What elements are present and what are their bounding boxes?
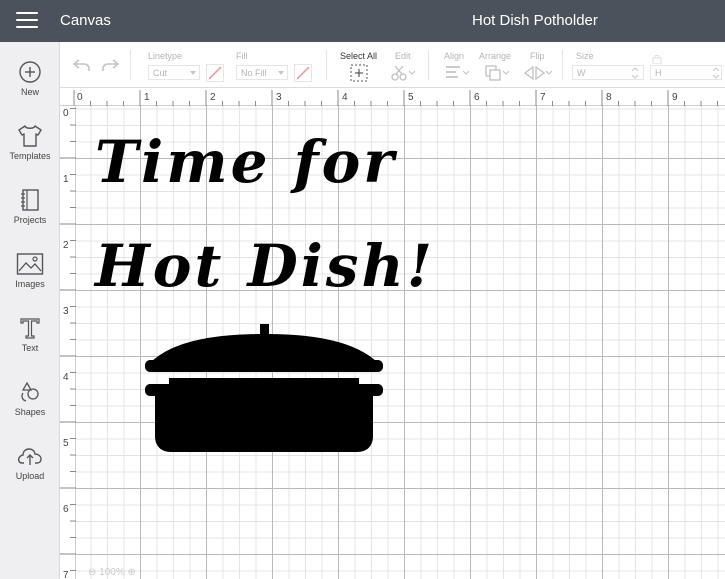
linetype-value: Cut [153,68,168,78]
ruler-label: 2 [210,92,216,103]
toolbar-divider [428,50,429,80]
zoom-level: 100% [99,567,125,578]
ruler-label: 6 [63,504,69,515]
flip-label: Flip [530,51,545,61]
toolbar-divider [562,50,563,80]
sidebar-item-shapes[interactable]: Shapes [0,380,60,440]
linetype-label: Linetype [148,51,183,61]
sidebar-item-new[interactable]: New [0,60,60,120]
sidebar-item-label: Shapes [14,407,46,417]
left-sidebar: New Templates Projects Images Text Shape… [0,42,60,579]
notebook-icon [21,189,39,211]
sidebar-item-label: Templates [9,151,51,161]
ruler-label: 3 [276,92,282,103]
design-text-line-1[interactable]: Time for [95,110,435,214]
ruler-label: 1 [144,92,150,103]
sidebar-item-text[interactable]: Text [0,316,60,376]
image-icon [16,253,44,275]
ruler-label: 4 [63,372,69,383]
sidebar-item-label: Projects [13,215,47,225]
toolbar-divider [130,50,131,80]
width-input-label: W [577,68,586,78]
text-t-icon [20,318,40,339]
ruler-label: 4 [342,92,348,103]
edit-toolbar: Linetype Cut Fill No Fill Select All Edi… [60,42,725,88]
project-title[interactable]: Hot Dish Potholder [472,12,598,29]
zoom-out-icon[interactable]: ⊖ [88,567,96,578]
fill-color-swatch[interactable] [294,64,312,82]
top-header-bar: Canvas Hot Dish Potholder [0,0,725,42]
width-stepper-icon[interactable] [631,66,639,80]
sidebar-item-label: New [20,87,39,97]
shapes-icon [21,381,39,402]
design-text-block[interactable]: Time for Hot Dish! [95,110,435,318]
fill-value: No Fill [241,68,267,78]
shirt-icon [18,125,42,147]
sidebar-item-label: Images [15,279,45,289]
plus-circle-icon [19,61,41,83]
ruler-label: 0 [63,108,69,119]
toolbar-divider [326,50,327,80]
arrange-icon[interactable] [484,64,510,82]
edit-label: Edit [395,51,411,61]
fill-select[interactable]: No Fill [236,65,288,80]
sidebar-item-projects[interactable]: Projects [0,188,60,248]
ruler-label: 8 [606,92,612,103]
fill-label: Fill [236,51,248,61]
sidebar-item-templates[interactable]: Templates [0,124,60,184]
casserole-dish-icon[interactable] [143,322,385,456]
undo-icon[interactable] [72,57,92,73]
flip-icon[interactable] [523,64,553,82]
app-title: Canvas [60,12,111,29]
height-stepper-icon[interactable] [712,66,720,80]
ruler-label: 3 [63,306,69,317]
scissors-edit-icon[interactable] [390,64,416,82]
ruler-label: 9 [672,92,678,103]
sidebar-item-label: Upload [15,471,45,481]
linetype-color-swatch[interactable] [206,64,224,82]
ruler-label: 2 [63,240,69,251]
vertical-ruler: 0 1 2 3 4 5 6 7 [60,106,76,579]
arrange-label: Arrange [479,51,512,61]
ruler-label: 6 [474,92,480,103]
chevron-down-icon [190,71,196,75]
design-text-line-2[interactable]: Hot Dish! [95,214,435,318]
select-all-icon[interactable] [350,64,368,82]
sidebar-item-images[interactable]: Images [0,252,60,312]
zoom-in-icon[interactable]: ⊕ [128,567,136,578]
redo-icon[interactable] [100,57,120,73]
zoom-control[interactable]: ⊖ 100% ⊕ [88,567,136,578]
chevron-down-icon [278,71,284,75]
sidebar-item-label: Text [21,343,39,353]
lock-icon[interactable] [650,54,664,64]
align-icon[interactable] [444,64,470,82]
hamburger-menu-icon[interactable] [16,12,38,29]
select-all-label: Select All [340,51,378,61]
cloud-upload-icon [17,448,42,465]
ruler-label: 5 [63,438,69,449]
align-label: Align [444,51,465,61]
horizontal-ruler-ticks [73,90,718,106]
ruler-label: 7 [540,92,546,103]
horizontal-ruler: 0 1 2 3 4 5 6 7 8 9 [60,88,725,106]
ruler-label: 1 [63,174,69,185]
linetype-select[interactable]: Cut [148,65,200,80]
size-label: Size [576,51,594,61]
sidebar-item-upload[interactable]: Upload [0,444,60,504]
ruler-label: 5 [408,92,414,103]
ruler-label: 0 [77,92,83,103]
height-input-label: H [655,68,662,78]
ruler-label: 7 [63,570,69,579]
